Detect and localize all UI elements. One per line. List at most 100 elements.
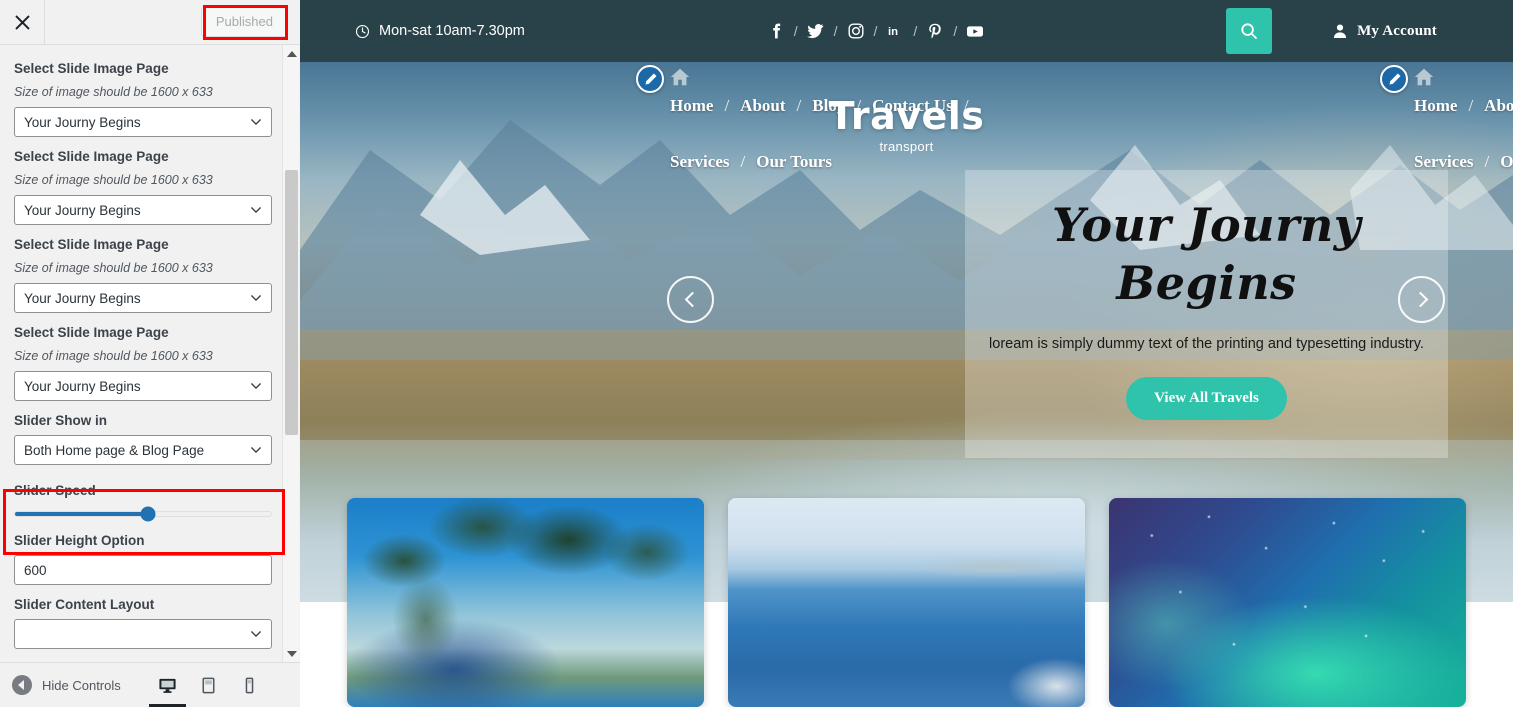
site-topbar: Mon-sat 10am-7.30pm / / / in / / My Acco…	[300, 0, 1513, 62]
device-button-tablet[interactable]	[188, 663, 229, 707]
nav-item-services[interactable]: Services	[1414, 152, 1473, 172]
slider-content-layout-select[interactable]	[14, 619, 272, 649]
control-select-slide-image-page-2: Select Slide Image Page Size of image sh…	[14, 147, 286, 225]
hide-controls-button[interactable]: Hide Controls	[0, 675, 121, 695]
control-label: Slider Content Layout	[14, 597, 155, 612]
nav-separator: /	[740, 152, 746, 171]
site-logo[interactable]: Travels transport	[300, 95, 1513, 154]
control-label: Slider Speed	[14, 483, 96, 498]
youtube-icon[interactable]	[965, 21, 985, 41]
pinterest-icon[interactable]	[925, 21, 945, 41]
slider-prev-button[interactable]	[667, 276, 714, 323]
slide-image-page-select-3[interactable]: Your Journy Begins	[14, 283, 272, 313]
chevron-down-icon	[251, 295, 261, 301]
control-label: Select Slide Image Page	[14, 61, 169, 76]
publish-button[interactable]: Published	[200, 7, 288, 37]
instagram-icon[interactable]	[846, 21, 866, 41]
clock-icon	[355, 24, 370, 38]
facebook-icon[interactable]	[766, 21, 786, 41]
slide-image-page-select-4[interactable]: Your Journy Begins	[14, 371, 272, 401]
control-label: Select Slide Image Page	[14, 325, 169, 340]
slider-show-in-select[interactable]: Both Home page & Blog Page	[14, 435, 272, 465]
customizer-sidebar: Published Select Slide Image Page Size o…	[0, 0, 300, 707]
chevron-right-icon	[1412, 291, 1428, 308]
customizer-controls-panel: Select Slide Image Page Size of image sh…	[0, 45, 300, 662]
edit-pencil-icon[interactable]	[1380, 65, 1408, 93]
control-label: Slider Height Option	[14, 533, 145, 548]
control-slider-content-layout: Slider Content Layout	[14, 595, 286, 649]
control-description: Size of image should be 1600 x 633	[14, 85, 213, 99]
control-description: Size of image should be 1600 x 633	[14, 349, 213, 363]
hero-title-line-1: Your Journy	[1051, 198, 1361, 252]
customizer-footer: Hide Controls	[0, 662, 300, 707]
chevron-down-icon	[251, 383, 261, 389]
nav-separator: /	[1484, 152, 1490, 171]
tour-card-image	[1109, 498, 1466, 707]
my-account-label: My Account	[1357, 22, 1437, 39]
slide-image-page-select-2[interactable]: Your Journy Begins	[14, 195, 272, 225]
select-value: Your Journy Begins	[24, 378, 141, 394]
twitter-icon[interactable]	[806, 21, 826, 41]
slider-speed-fill	[15, 512, 149, 516]
home-icon[interactable]	[669, 66, 691, 93]
social-separator: /	[833, 23, 838, 39]
search-icon	[1241, 23, 1257, 39]
control-select-slide-image-page-1: Select Slide Image Page Size of image sh…	[14, 59, 286, 137]
control-description: Size of image should be 1600 x 633	[14, 173, 213, 187]
mobile-icon	[245, 677, 254, 693]
device-button-mobile[interactable]	[229, 663, 270, 707]
select-value: Your Journy Begins	[24, 114, 141, 130]
control-slider-speed: Slider Speed	[14, 475, 286, 522]
edit-pencil-icon[interactable]	[636, 65, 664, 93]
slide-image-page-select-1[interactable]: Your Journy Begins	[14, 107, 272, 137]
tour-card-palm-beach[interactable]	[347, 498, 704, 707]
social-separator: /	[873, 23, 878, 39]
nav-row-2-right: Services / Our Tours	[1376, 152, 1513, 172]
logo-title: Travels	[828, 94, 985, 138]
view-all-travels-button[interactable]: View All Travels	[1126, 377, 1287, 420]
chevron-down-icon	[251, 447, 261, 453]
slider-height-input[interactable]	[14, 555, 272, 585]
slider-speed-thumb[interactable]	[140, 506, 156, 522]
chevron-down-icon	[251, 119, 261, 125]
scroll-down-arrow-icon[interactable]	[283, 645, 300, 662]
scrollbar-thumb[interactable]	[285, 170, 298, 435]
publish-area: Published	[200, 0, 300, 44]
nav-item-services[interactable]: Services	[670, 152, 729, 172]
device-button-desktop[interactable]	[147, 663, 188, 707]
tour-card-image	[728, 498, 1085, 707]
control-description: Size of image should be 1600 x 633	[14, 261, 213, 275]
scroll-up-arrow-icon[interactable]	[283, 45, 300, 62]
hero-title-line-2: Begins	[1116, 256, 1297, 310]
select-value: Both Home page & Blog Page	[24, 442, 205, 458]
chevron-left-icon	[684, 291, 700, 308]
control-select-slide-image-page-4: Select Slide Image Page Size of image sh…	[14, 323, 286, 401]
slider-next-button[interactable]	[1398, 276, 1445, 323]
tour-card-coastline[interactable]	[728, 498, 1085, 707]
nav-item-our-tours[interactable]: Our Tours	[756, 152, 832, 172]
user-icon	[1333, 24, 1347, 38]
close-icon[interactable]	[0, 0, 45, 44]
home-icon[interactable]	[1413, 66, 1435, 93]
collapse-arrow-icon	[12, 675, 32, 695]
tour-card-aurora[interactable]	[1109, 498, 1466, 707]
linkedin-icon[interactable]: in	[885, 21, 905, 41]
slider-speed-range[interactable]	[14, 506, 272, 522]
control-slider-height-option: Slider Height Option	[14, 531, 286, 585]
control-select-slide-image-page-3: Select Slide Image Page Size of image sh…	[14, 235, 286, 313]
topbar-hours: Mon-sat 10am-7.30pm	[355, 23, 525, 39]
hide-controls-label: Hide Controls	[42, 677, 121, 693]
sidebar-scrollbar[interactable]	[282, 45, 299, 662]
search-button[interactable]	[1226, 8, 1273, 54]
control-label: Select Slide Image Page	[14, 237, 169, 252]
control-label: Select Slide Image Page	[14, 149, 169, 164]
nav-row-2-left: Services / Our Tours	[632, 152, 1132, 172]
tablet-icon	[202, 677, 215, 693]
tour-card-image	[347, 498, 704, 707]
hero-content-card: Your Journy Begins loream is simply dumm…	[965, 170, 1448, 458]
my-account-link[interactable]: My Account	[1332, 23, 1437, 40]
select-value: Your Journy Begins	[24, 202, 141, 218]
control-label: Slider Show in	[14, 413, 108, 428]
desktop-icon	[159, 678, 176, 693]
nav-item-our-tours[interactable]: Our Tours	[1500, 152, 1513, 172]
